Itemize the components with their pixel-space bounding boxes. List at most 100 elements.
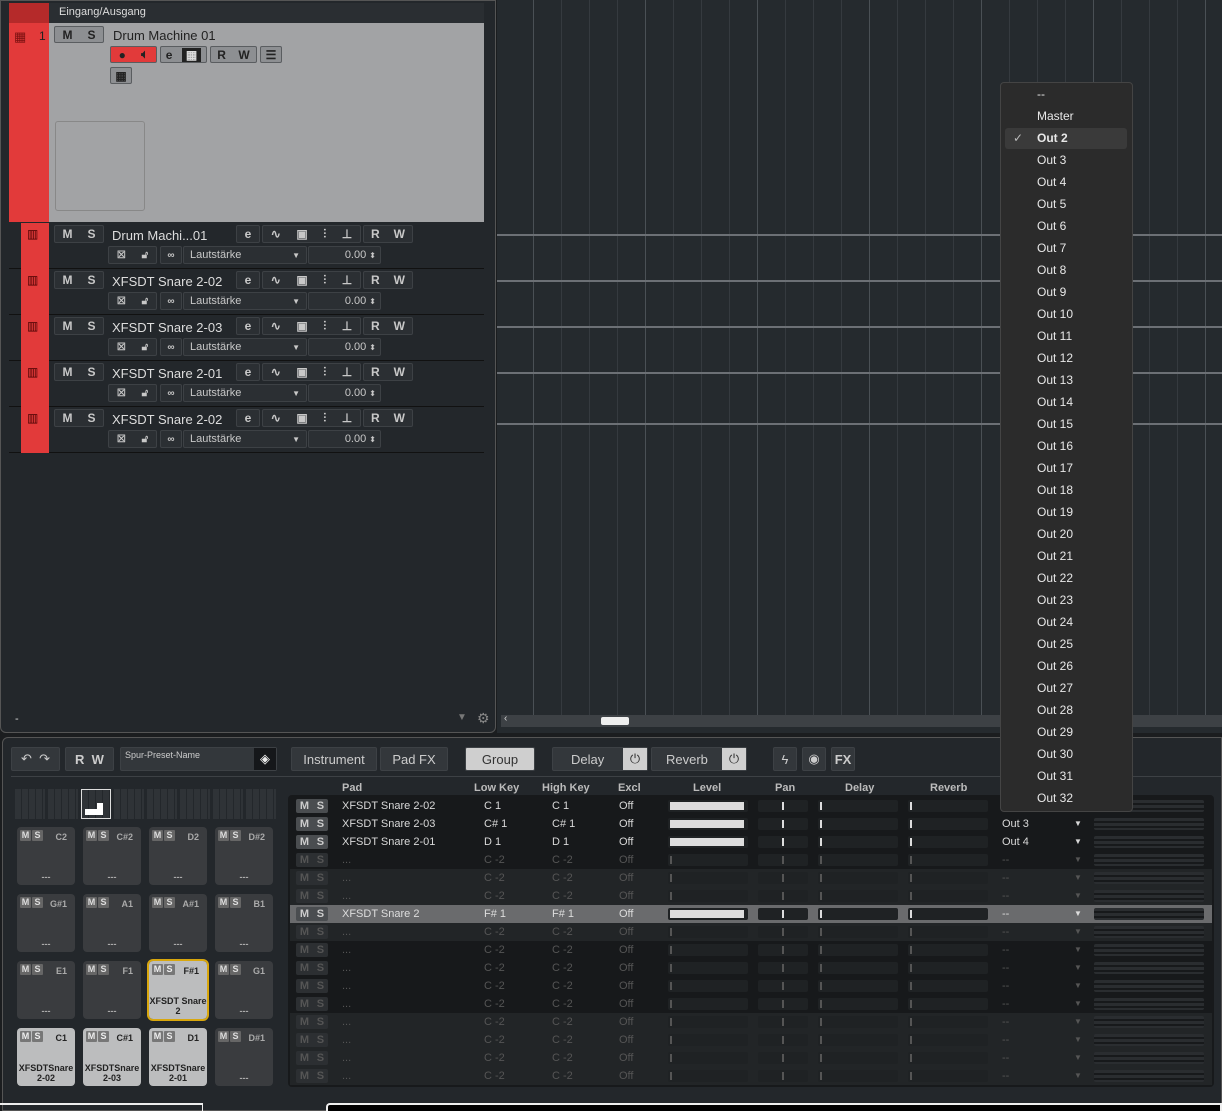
output-option[interactable]: Out 29 [1005, 722, 1127, 743]
delay-send-slider[interactable] [818, 872, 898, 884]
pan-slider[interactable] [758, 962, 808, 974]
pad-solo-button[interactable]: S [230, 1031, 241, 1042]
output-option[interactable]: Out 8 [1005, 260, 1127, 281]
pan-slider[interactable] [758, 998, 808, 1010]
edit-instrument-icon[interactable]: e [166, 48, 173, 62]
pad-solo-button[interactable]: S [32, 1031, 43, 1042]
lock-icon[interactable]: 🔓︎ [142, 250, 148, 261]
column-header[interactable]: Reverb [930, 782, 967, 794]
solo-button[interactable]: S [87, 411, 95, 425]
automation-param-select[interactable]: Lautstärke ▼ [183, 292, 307, 310]
hide-icon[interactable]: ☒ [117, 296, 126, 307]
lanes-icon[interactable]: ☰ [260, 46, 282, 63]
reverb-send-slider[interactable] [908, 1016, 988, 1028]
pan-slider[interactable] [758, 980, 808, 992]
link-icon[interactable]: ∞ [160, 246, 182, 264]
output-option[interactable]: Out 7 [1005, 238, 1127, 259]
mute-solo-buttons[interactable]: MS [54, 317, 104, 335]
stepper-icon[interactable]: ⬍ [369, 435, 376, 444]
scroll-left-icon[interactable]: ‹ [504, 713, 507, 724]
pad-solo-button[interactable]: S [230, 897, 241, 908]
output-option[interactable]: Out 3 [1005, 150, 1127, 171]
output-icon[interactable]: ⊥ [342, 411, 352, 425]
pad-solo-button[interactable]: S [230, 964, 241, 975]
mute-button[interactable]: M [62, 319, 72, 333]
level-slider[interactable] [668, 962, 748, 974]
automation-value[interactable]: 0.00 ⬍ [308, 292, 381, 310]
automation-param-select[interactable]: Lautstärke ▼ [183, 338, 307, 356]
level-slider[interactable] [668, 1016, 748, 1028]
instrument-track[interactable]: ▥ MS Drum Machi...01 e ∿ ▣ ⫶ ⊥ RW ☒ 🔓︎ ∞ Lau… [9, 223, 484, 269]
chevron-down-icon[interactable]: ▼ [1074, 837, 1082, 846]
delay-tab[interactable]: Delay ⏻ [552, 747, 648, 771]
reverb-send-slider[interactable] [908, 926, 988, 938]
output-option[interactable]: Out 23 [1005, 590, 1127, 611]
pad-mute-button[interactable]: M [86, 897, 97, 908]
pad-mute-button[interactable]: M [20, 897, 31, 908]
pad-bank-selector[interactable] [147, 789, 177, 819]
folder-track[interactable]: Eingang/Ausgang [9, 3, 484, 23]
row-mute-solo[interactable]: MS [296, 961, 328, 975]
monitor-icon[interactable]: 🔈︎ [141, 47, 148, 62]
exclusive[interactable]: Off [619, 1034, 633, 1046]
level-slider[interactable] [668, 1070, 748, 1082]
high-key[interactable]: C# 1 [552, 818, 575, 830]
track-tools[interactable]: ∿ ▣ ⫶ ⊥ [262, 363, 361, 381]
delay-send-slider[interactable] [818, 998, 898, 1010]
exclusive[interactable]: Off [619, 998, 633, 1010]
output-icon[interactable]: ⊥ [342, 273, 352, 287]
lightning-icon[interactable]: ϟ [773, 747, 797, 771]
pad-mute-button[interactable]: M [86, 830, 97, 841]
track-name[interactable]: XFSDT Snare 2-02 [112, 412, 222, 427]
delay-send-slider[interactable] [818, 818, 898, 830]
chevron-down-icon[interactable]: ▼ [1074, 909, 1082, 918]
output-select[interactable]: -- [1002, 962, 1009, 974]
write-button[interactable]: W [394, 319, 405, 333]
link-icon[interactable]: ∞ [160, 338, 182, 356]
read-button[interactable]: R [371, 273, 380, 287]
write-button[interactable]: W [92, 752, 104, 767]
output-option[interactable]: -- [1005, 84, 1127, 105]
delay-send-slider[interactable] [818, 1016, 898, 1028]
reverb-send-slider[interactable] [908, 1034, 988, 1046]
pad-mute-button[interactable]: M [218, 964, 229, 975]
mixer-icon[interactable]: ⫶ [323, 227, 326, 242]
drum-pad[interactable]: M S C1 XFSDTSnare 2-02 [17, 1028, 75, 1086]
pan-slider[interactable] [758, 800, 808, 812]
drum-pad[interactable]: M S G1 --- [215, 961, 273, 1019]
drum-pad[interactable]: M S F1 --- [83, 961, 141, 1019]
chevron-down-icon[interactable]: ▼ [1074, 945, 1082, 954]
level-slider[interactable] [668, 836, 748, 848]
insert-icon[interactable]: ▣ [296, 273, 307, 287]
exclusive[interactable]: Off [619, 854, 633, 866]
reverb-send-slider[interactable] [908, 980, 988, 992]
link-icon[interactable]: ∞ [160, 430, 182, 448]
output-option[interactable]: Out 17 [1005, 458, 1127, 479]
output-select[interactable]: -- [1002, 944, 1009, 956]
track-name[interactable]: Drum Machi...01 [112, 228, 207, 243]
pad-bank-selector[interactable] [15, 789, 45, 819]
output-option[interactable]: Out 12 [1005, 348, 1127, 369]
output-option[interactable]: Out 5 [1005, 194, 1127, 215]
insert-icon[interactable]: ▣ [296, 319, 307, 333]
low-key[interactable]: C -2 [484, 1034, 505, 1046]
chevron-down-icon[interactable]: ▼ [1074, 1053, 1082, 1062]
pulse-icon[interactable]: ∿ [271, 273, 281, 287]
track-name[interactable]: XFSDT Snare 2-01 [112, 366, 222, 381]
output-select[interactable]: -- [1002, 1052, 1009, 1064]
chevron-down-icon[interactable]: ▼ [1074, 1017, 1082, 1026]
high-key[interactable]: C 1 [552, 800, 569, 812]
table-row[interactable]: MS ... C -2 C -2 Off -- ▼ [290, 995, 1212, 1013]
record-icon[interactable]: ● [119, 48, 126, 62]
high-key[interactable]: C -2 [552, 1052, 573, 1064]
low-key[interactable]: C -2 [484, 962, 505, 974]
output-option[interactable]: Out 18 [1005, 480, 1127, 501]
pad-bank-selector[interactable] [114, 789, 144, 819]
drum-editor-icon[interactable]: ▦ [181, 47, 202, 62]
drum-pad[interactable]: M S E1 --- [17, 961, 75, 1019]
output-select[interactable]: -- [1002, 854, 1009, 866]
pan-slider[interactable] [758, 890, 808, 902]
level-slider[interactable] [668, 818, 748, 830]
column-header[interactable]: Level [693, 782, 721, 794]
solo-button[interactable]: S [87, 365, 95, 379]
